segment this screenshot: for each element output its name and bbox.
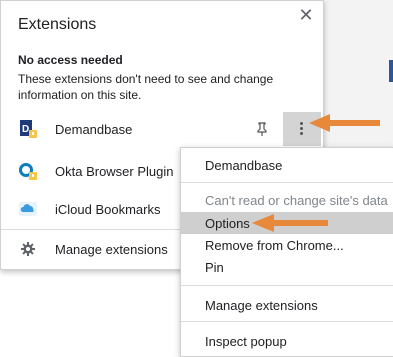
close-icon[interactable]: ✕ [296,5,316,25]
extension-label: iCloud Bookmarks [55,202,161,217]
annotation-arrow-icon [309,114,380,132]
menu-item-label: Demandbase [205,158,283,173]
menu-item-remove[interactable]: Remove from Chrome... [181,234,393,256]
annotation-arrow-icon [252,214,328,232]
extension-item-demandbase[interactable]: D Demandbase [1,112,322,146]
demandbase-icon: D [20,120,37,138]
icloud-icon [19,202,37,216]
svg-text:D: D [22,124,29,135]
menu-item-manage-extensions[interactable]: Manage extensions [181,294,393,316]
menu-item-label: Manage extensions [205,298,318,313]
section-description: These extensions don't need to see and c… [18,72,274,102]
menu-item-inspect-popup[interactable]: Inspect popup [181,330,393,352]
menu-divider [181,321,393,322]
page-accent-mark [389,60,393,82]
menu-item-label: Inspect popup [205,334,287,349]
section-heading: No access needed [18,53,123,67]
menu-item-label: Pin [205,260,224,275]
manage-extensions-label: Manage extensions [55,242,168,257]
menu-item-demandbase[interactable]: Demandbase [181,154,393,176]
extension-label: Okta Browser Plugin [55,164,174,179]
menu-item-label: Remove from Chrome... [205,238,344,253]
menu-item-site-access: Can't read or change site's data [181,189,393,211]
gear-icon [21,242,35,256]
menu-item-label: Can't read or change site's data [205,193,388,208]
menu-divider [181,285,393,286]
more-vert-icon [300,122,304,138]
okta-icon [19,163,37,180]
pin-icon[interactable] [254,121,270,137]
extension-label: Demandbase [55,122,133,137]
menu-divider [181,182,393,183]
popup-title: Extensions [18,16,97,33]
menu-item-label: Options [205,216,250,231]
menu-item-pin[interactable]: Pin [181,256,393,278]
extension-context-menu: Demandbase Can't read or change site's d… [180,147,393,357]
